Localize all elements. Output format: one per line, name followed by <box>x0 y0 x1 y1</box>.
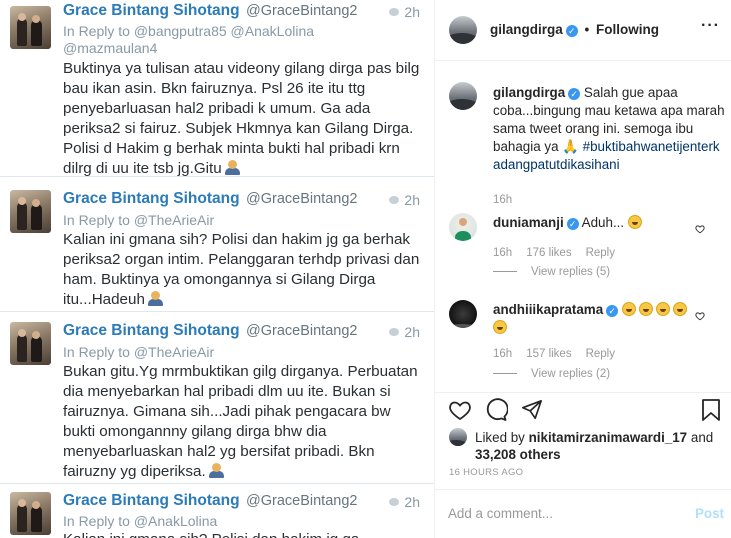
verified-badge-icon: ✓ <box>565 25 578 37</box>
divider <box>435 392 731 393</box>
police-emoji-icon <box>224 159 240 175</box>
verified-badge-icon: ✓ <box>568 88 581 100</box>
tweet[interactable]: Grace Bintang Sihotang @GraceBintang2 2h… <box>0 484 434 538</box>
commenter-avatar[interactable] <box>449 213 477 241</box>
grin-emoji-icon <box>627 215 642 229</box>
tweet[interactable]: Grace Bintang Sihotang @GraceBintang2 2h… <box>0 312 434 484</box>
speech-bubble-icon <box>389 8 400 16</box>
laugh-emoji-icon <box>655 302 670 316</box>
tweet-author-name[interactable]: Grace Bintang Sihotang <box>63 492 240 509</box>
tweet-timestamp[interactable]: 2h <box>389 494 420 510</box>
tweet-author-handle[interactable]: @GraceBintang2 <box>246 191 357 207</box>
tweet-text: Kalian ini gmana sih? Polisi dan hakim j… <box>63 231 420 308</box>
like-heart-icon[interactable] <box>448 398 472 422</box>
tweet-reply-to: In Reply to @AnakLolina <box>63 513 218 529</box>
tweet-reply-to: In Reply to @bangputra85 @AnakLolina @ma… <box>63 23 315 56</box>
comment-reply-button[interactable]: Reply <box>586 348 615 360</box>
post-caption: gilangdirga ✓ Salah gue apaa coba...bingu… <box>493 85 725 172</box>
tweet-author-name[interactable]: Grace Bintang Sihotang <box>63 2 240 19</box>
tweet-text: Bukan gitu.Yg mrmbuktikan gilg dirganya.… <box>63 363 418 480</box>
police-emoji-icon <box>147 290 163 306</box>
speech-bubble-icon <box>389 328 400 336</box>
caption-time: 16h <box>493 194 513 206</box>
tweet-author-name[interactable]: Grace Bintang Sihotang <box>63 190 240 207</box>
speech-bubble-icon <box>389 498 400 506</box>
tweet-text: Kalian ini gmana sih? Polisi dan hakim j… <box>63 530 423 538</box>
caption-author-avatar[interactable] <box>449 82 477 110</box>
post-author-avatar[interactable] <box>449 16 477 44</box>
likes-summary: Liked by nikitamirzanimawardi_17 and 33,… <box>475 430 714 462</box>
reply-to-link[interactable]: @AnakLolina <box>134 513 218 529</box>
divider <box>435 489 731 490</box>
liker-avatar[interactable] <box>449 428 467 446</box>
verified-badge-icon: ✓ <box>606 305 619 317</box>
tweet-author-handle[interactable]: @GraceBintang2 <box>246 323 357 339</box>
tweet-reply-to: In Reply to @TheArieAir <box>63 212 215 228</box>
tweet-avatar[interactable] <box>10 492 51 535</box>
tweet-avatar[interactable] <box>10 190 51 233</box>
share-send-icon[interactable] <box>521 399 543 421</box>
comment-bubble-icon[interactable] <box>484 398 508 422</box>
tweet-author-handle[interactable]: @GraceBintang2 <box>246 493 357 509</box>
post-comment-button[interactable]: Post <box>695 505 724 523</box>
comment-likes[interactable]: 176 likes <box>526 247 571 259</box>
post-author-username[interactable]: gilangdirga <box>490 22 563 37</box>
view-replies-button[interactable]: View replies (2) <box>493 368 610 380</box>
tweet-author-handle[interactable]: @GraceBintang2 <box>246 3 357 19</box>
tweet-avatar[interactable] <box>10 6 51 49</box>
comment: duniamanji ✓ Aduh... <box>493 214 693 232</box>
reply-to-link[interactable]: @TheArieAir <box>134 212 214 228</box>
tweet-timestamp[interactable]: 2h <box>389 192 420 208</box>
commenter-username[interactable]: andhiiikapratama <box>493 302 603 317</box>
twitter-feed: Grace Bintang Sihotang @GraceBintang2 2h… <box>0 0 434 538</box>
other-likers-link[interactable]: 33,208 others <box>475 447 561 462</box>
separator-dot: • <box>584 22 590 37</box>
police-emoji-icon <box>208 462 224 478</box>
save-bookmark-icon[interactable] <box>701 398 721 422</box>
comment-reply-button[interactable]: Reply <box>586 247 615 259</box>
speech-bubble-icon <box>389 196 400 204</box>
tweet-avatar[interactable] <box>10 322 51 365</box>
post-header: gilangdirga ✓ • Following <box>490 22 659 37</box>
laugh-emoji-icon <box>493 320 507 334</box>
laugh-emoji-icon <box>638 302 653 316</box>
screenshot-root: Grace Bintang Sihotang @GraceBintang2 2h… <box>0 0 731 538</box>
post-age: 16 HOURS AGO <box>449 467 524 478</box>
commenter-avatar[interactable] <box>449 300 477 328</box>
tweet[interactable]: Grace Bintang Sihotang @GraceBintang2 2h… <box>0 0 434 177</box>
reply-to-link[interactable]: @TheArieAir <box>134 344 214 360</box>
laugh-emoji-icon <box>621 302 636 316</box>
instagram-post-panel: gilangdirga ✓ • Following ··· gilangdirga… <box>434 0 731 538</box>
commenter-username[interactable]: duniamanji <box>493 215 564 230</box>
tweet-timestamp[interactable]: 2h <box>389 4 420 20</box>
following-button[interactable]: Following <box>596 22 659 37</box>
add-comment-input[interactable]: Add a comment... <box>448 505 553 523</box>
view-replies-button[interactable]: View replies (5) <box>493 266 610 278</box>
comment-like-heart-icon[interactable] <box>695 311 705 321</box>
tweet-reply-to: In Reply to @TheArieAir <box>63 344 215 360</box>
comment-like-heart-icon[interactable] <box>695 224 705 234</box>
divider <box>435 60 731 61</box>
tweet-author-name[interactable]: Grace Bintang Sihotang <box>63 322 240 339</box>
tweet-text: Buktinya ya tulisan atau videony gilang … <box>63 60 420 177</box>
comment-likes[interactable]: 157 likes <box>526 348 571 360</box>
tweet-timestamp[interactable]: 2h <box>389 324 420 340</box>
comment-meta: 16h 176 likes Reply <box>493 247 615 259</box>
reply-to-link[interactable]: @mazmaulan4 <box>63 40 157 56</box>
verified-badge-icon: ✓ <box>566 218 579 230</box>
comment: andhiiikapratama ✓ <box>493 301 693 337</box>
tweet[interactable]: Grace Bintang Sihotang @GraceBintang2 2h… <box>0 178 434 312</box>
laugh-emoji-icon <box>672 302 687 316</box>
caption-author-username[interactable]: gilangdirga <box>493 85 565 100</box>
reply-to-link[interactable]: @bangputra85 @AnakLolina <box>134 23 314 39</box>
comment-meta: 16h 157 likes Reply <box>493 348 615 360</box>
more-options-icon[interactable]: ··· <box>701 17 720 35</box>
liker-username[interactable]: nikitamirzanimawardi_17 <box>529 430 688 445</box>
